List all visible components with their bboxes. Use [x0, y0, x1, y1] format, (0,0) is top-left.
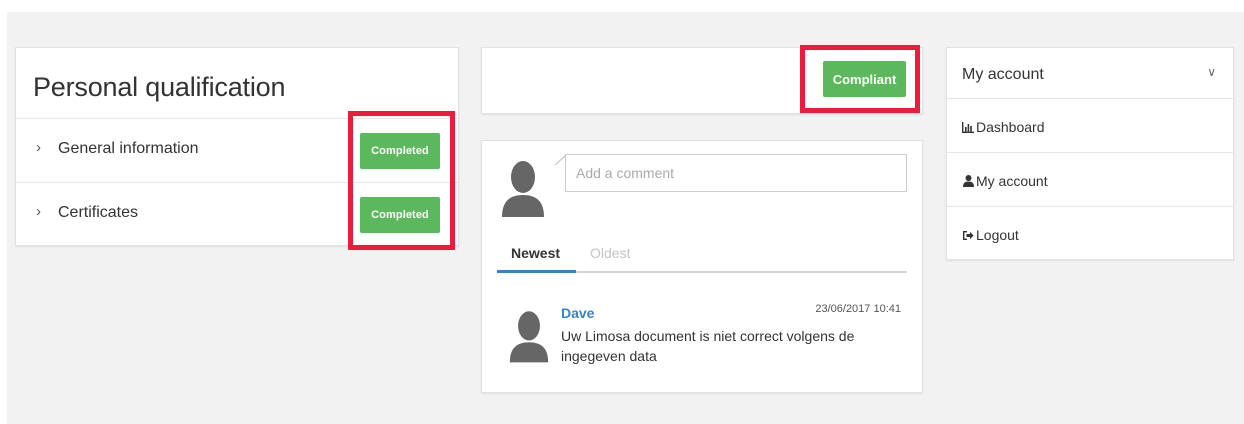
active-tab-indicator [497, 270, 576, 273]
chevron-down-icon: ∨ [1207, 65, 1216, 79]
comment-text: Uw Limosa document is niet correct volge… [561, 328, 855, 364]
comment-timestamp: 23/06/2017 10:41 [815, 303, 901, 315]
bar-chart-icon [962, 121, 974, 133]
menu-item-label: Dashboard [976, 119, 1045, 135]
accordion-label: Certificates [58, 204, 139, 221]
menu-item-label: Logout [976, 227, 1019, 243]
accordion-general-information[interactable]: › General information Completed [16, 119, 458, 183]
tab-oldest[interactable]: Oldest [590, 245, 630, 261]
account-menu-header[interactable]: My account ∨ [946, 47, 1234, 99]
menu-item-dashboard[interactable]: Dashboard [946, 99, 1234, 153]
avatar-icon [508, 306, 550, 369]
user-icon [962, 175, 974, 187]
tab-newest[interactable]: Newest [511, 245, 560, 261]
menu-item-logout[interactable]: Logout [946, 207, 1234, 261]
status-badge: Completed [360, 197, 440, 233]
status-badge: Completed [360, 133, 440, 169]
personal-qualification-panel: Personal qualification › General informa… [15, 47, 459, 246]
accordion-certificates[interactable]: › Certificates Completed [16, 183, 458, 247]
chevron-right-icon: › [36, 139, 41, 156]
menu-item-my-account[interactable]: My account [946, 153, 1234, 207]
menu-item-label: My account [976, 173, 1048, 189]
chevron-right-icon: › [36, 203, 41, 220]
panel-title: Personal qualification [16, 48, 458, 119]
comment-author[interactable]: Dave [561, 305, 594, 321]
accordion-label: General information [58, 140, 199, 157]
account-menu-title: My account [962, 66, 1044, 83]
compliant-button[interactable]: Compliant [823, 61, 906, 97]
logout-icon [962, 229, 974, 241]
comment-input[interactable] [565, 154, 907, 192]
avatar-icon [500, 157, 546, 222]
